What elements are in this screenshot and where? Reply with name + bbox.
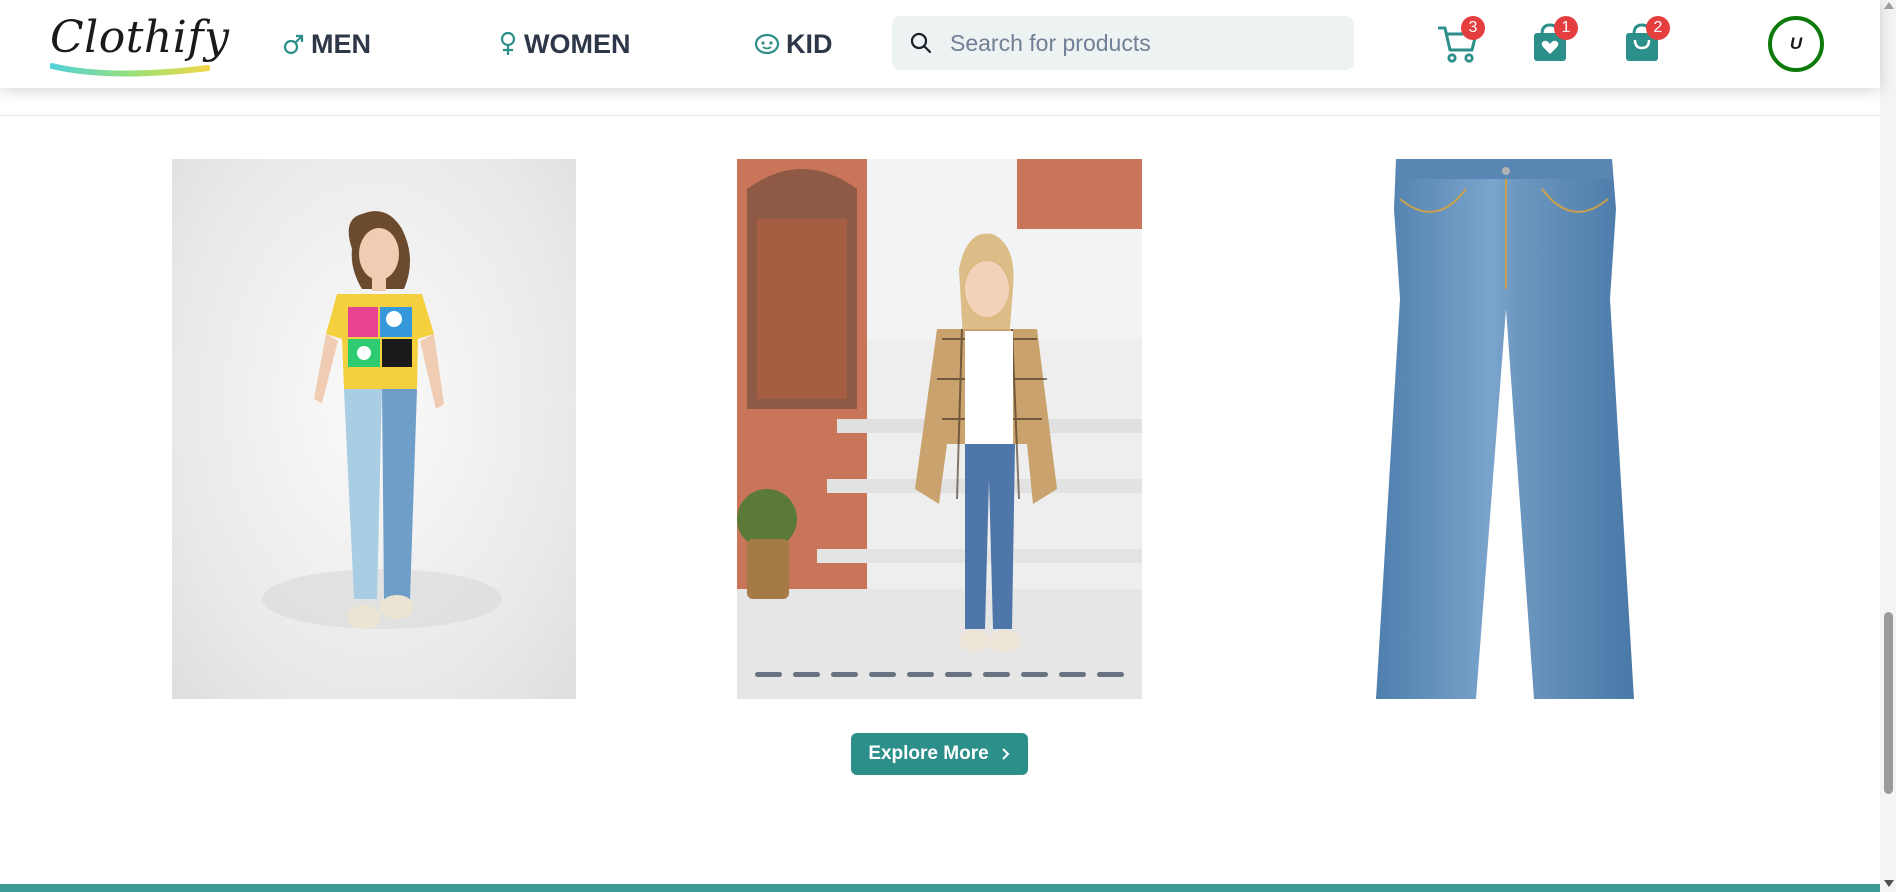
- nav-men[interactable]: MEN: [283, 22, 371, 66]
- scrollbar-thumb[interactable]: [1884, 612, 1893, 794]
- carousel-indicator[interactable]: [1059, 672, 1086, 677]
- carousel-indicator[interactable]: [793, 672, 820, 677]
- carousel-indicator[interactable]: [1021, 672, 1048, 677]
- carousel-indicator[interactable]: [945, 672, 972, 677]
- logo-swoosh: [50, 63, 210, 77]
- flared-jeans-image: [1376, 159, 1634, 699]
- nav-men-label: MEN: [311, 28, 371, 59]
- carousel-indicators: [755, 672, 1124, 677]
- search-bar[interactable]: [892, 16, 1354, 70]
- carousel-indicator[interactable]: [869, 672, 896, 677]
- cart-count-badge: 3: [1461, 16, 1485, 40]
- scroll-up-arrow-icon[interactable]: [1884, 2, 1894, 9]
- girl-printed-tee-two-tone-jeans-image: [262, 211, 502, 629]
- scroll-down-arrow-icon[interactable]: [1884, 880, 1894, 887]
- nav-women-label: WOMEN: [524, 28, 631, 59]
- carousel-indicator[interactable]: [755, 672, 782, 677]
- product-card-1[interactable]: [172, 159, 576, 699]
- search-icon: [910, 32, 932, 54]
- wishlist-button[interactable]: 1: [1528, 16, 1578, 68]
- product-card-2[interactable]: [737, 159, 1142, 699]
- logo-text: Clothify: [50, 12, 230, 63]
- explore-more-label: Explore More: [868, 743, 989, 764]
- orders-count-badge: 2: [1646, 16, 1670, 40]
- chevron-right-icon: [1001, 748, 1010, 760]
- section-divider: [0, 115, 1880, 116]
- clothify-logo[interactable]: Clothify: [50, 8, 229, 80]
- carousel-indicator[interactable]: [1097, 672, 1124, 677]
- nav-women[interactable]: WOMEN: [498, 22, 630, 66]
- explore-more-button[interactable]: Explore More: [851, 733, 1028, 775]
- carousel-indicator[interactable]: [983, 672, 1010, 677]
- female-icon: [500, 31, 516, 55]
- nav-kid-label: KID: [786, 28, 833, 59]
- girl-plaid-shirt-skinny-jeans-image: [737, 159, 1142, 699]
- product-card-3[interactable]: [1366, 159, 1644, 699]
- male-icon: [283, 34, 304, 55]
- user-avatar[interactable]: U: [1768, 16, 1824, 72]
- orders-button[interactable]: 2: [1620, 16, 1670, 68]
- wishlist-count-badge: 1: [1554, 16, 1578, 40]
- carousel-indicator[interactable]: [831, 672, 858, 677]
- footer-top-border: [0, 884, 1880, 892]
- cart-button[interactable]: 3: [1435, 16, 1485, 68]
- top-navbar: Clothify MEN WOMEN KID Search for produc…: [0, 0, 1880, 88]
- carousel-indicator[interactable]: [907, 672, 934, 677]
- search-input[interactable]: [948, 28, 1342, 58]
- nav-kid[interactable]: KID: [754, 22, 833, 66]
- kid-face-icon: [754, 33, 780, 55]
